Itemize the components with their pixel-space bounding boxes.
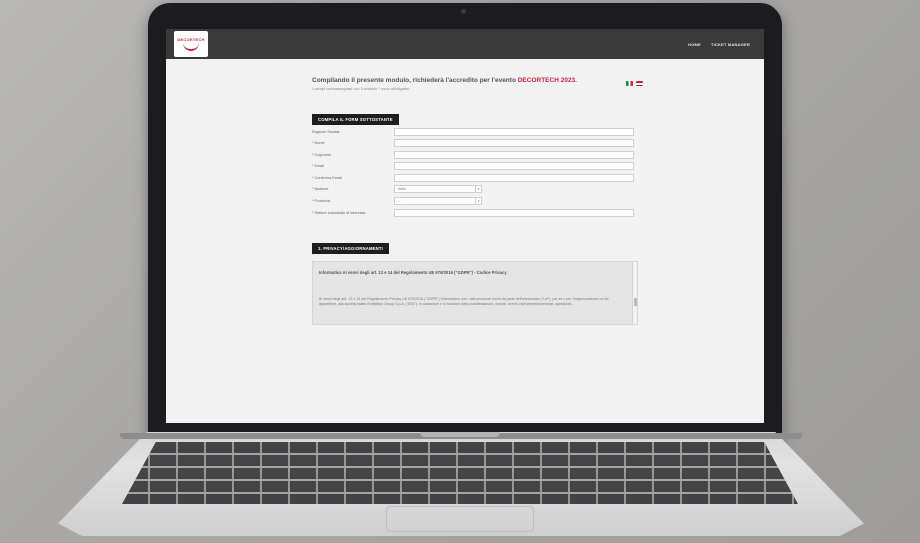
privacy-scrollbar[interactable] bbox=[632, 262, 637, 324]
form-row: * Settore industriale di interesse bbox=[312, 207, 642, 218]
form-row: * Nazione Italia ▾ bbox=[312, 184, 642, 195]
lid-notch bbox=[420, 432, 500, 437]
settore-input[interactable] bbox=[394, 208, 634, 217]
nome-input[interactable] bbox=[394, 139, 634, 148]
form-row: * Email bbox=[312, 161, 642, 172]
intro-block: Compilando il presente modulo, richieder… bbox=[312, 77, 672, 91]
decortech-logo[interactable]: DECORTECH bbox=[174, 31, 208, 57]
field-label: * Email bbox=[312, 164, 325, 169]
privacy-textbox[interactable]: Informativa Ai sensi degli art. 13 e 14 … bbox=[312, 261, 638, 325]
nazione-value: Italia bbox=[398, 187, 406, 192]
field-label: * Nome bbox=[312, 141, 325, 146]
nazione-select[interactable]: Italia ▾ bbox=[394, 185, 482, 194]
laptop-lid: DECORTECH HOME TICKET MANAGER Compilando… bbox=[148, 3, 782, 441]
provincia-value: -- bbox=[398, 199, 401, 204]
camera-icon bbox=[461, 9, 466, 14]
main-nav: HOME TICKET MANAGER bbox=[688, 42, 750, 47]
page-title: Compilando il presente modulo, richieder… bbox=[312, 77, 672, 84]
registration-form: Ragione Sociale * Nome * Cognome * Email… bbox=[312, 126, 642, 219]
confirm-email-input[interactable] bbox=[394, 173, 634, 182]
field-label: * Provincia bbox=[312, 199, 331, 204]
form-section-header: COMPILA IL FORM SOTTOSTANTE bbox=[312, 114, 399, 125]
field-label: Ragione Sociale bbox=[312, 129, 340, 134]
scrollbar-thumb[interactable] bbox=[633, 298, 637, 306]
privacy-text: Ai sensi degli artt. 13 e 14 del Regolam… bbox=[319, 297, 609, 306]
cognome-input[interactable] bbox=[394, 150, 634, 159]
logo-arc-icon bbox=[183, 43, 199, 51]
title-brand: DECORTECH 2023 bbox=[517, 77, 576, 84]
field-label: * Conferma Email bbox=[312, 175, 342, 180]
chevron-down-icon: ▾ bbox=[475, 198, 481, 205]
title-text: Compilando il presente modulo, richieder… bbox=[312, 77, 518, 84]
field-label: * Settore industriale di interesse bbox=[312, 210, 366, 215]
laptop-keyboard bbox=[122, 442, 798, 504]
form-row: * Provincia -- ▾ bbox=[312, 196, 642, 207]
site-header: DECORTECH HOME TICKET MANAGER bbox=[166, 29, 764, 59]
nav-ticket-manager-link[interactable]: TICKET MANAGER bbox=[711, 42, 750, 47]
italian-flag-icon[interactable] bbox=[626, 81, 633, 86]
email-input[interactable] bbox=[394, 162, 634, 171]
logo-text: DECORTECH bbox=[177, 37, 205, 42]
form-row: * Nome bbox=[312, 138, 642, 149]
privacy-title: Informativa Ai sensi degli art. 13 e 14 … bbox=[319, 270, 507, 275]
field-label: * Nazione bbox=[312, 187, 329, 192]
privacy-section-header[interactable]: 1. PRIVACY/AGGIORNAMENTI bbox=[312, 243, 389, 254]
form-row: * Conferma Email bbox=[312, 172, 642, 183]
laptop-trackpad bbox=[386, 506, 534, 532]
ragione-sociale-input[interactable] bbox=[394, 127, 634, 136]
language-switcher bbox=[626, 81, 643, 86]
required-note: I campi contrassegnati con il simbolo * … bbox=[312, 86, 410, 91]
laptop-screen: DECORTECH HOME TICKET MANAGER Compilando… bbox=[166, 29, 764, 423]
provincia-select[interactable]: -- ▾ bbox=[394, 197, 482, 206]
form-row: Ragione Sociale bbox=[312, 126, 642, 137]
field-label: * Cognome bbox=[312, 152, 331, 157]
form-row: * Cognome bbox=[312, 149, 642, 160]
english-flag-icon[interactable] bbox=[636, 81, 643, 86]
chevron-down-icon: ▾ bbox=[475, 186, 481, 193]
title-end: . bbox=[575, 77, 577, 84]
nav-home-link[interactable]: HOME bbox=[688, 42, 701, 47]
